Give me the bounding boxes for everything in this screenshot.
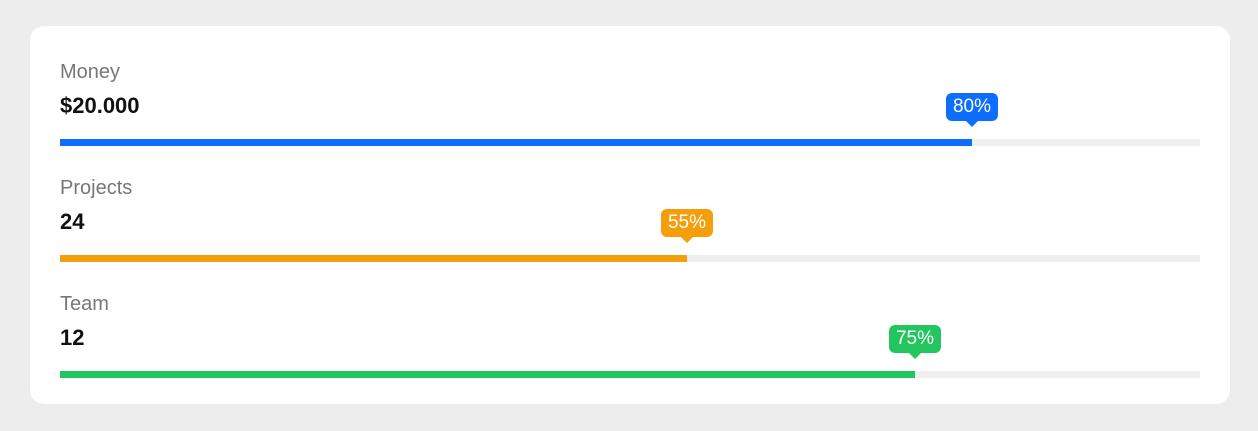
progress-track — [60, 255, 1200, 262]
metric-label: Projects — [60, 177, 133, 199]
metric-projects: Projects 24 55% — [60, 176, 1200, 266]
metric-value: $20.000 — [60, 93, 140, 118]
progress-fill — [60, 371, 915, 378]
percent-tooltip: 75% — [888, 325, 942, 359]
percent-tooltip: 55% — [660, 209, 714, 243]
metric-team: Team 12 75% — [60, 292, 1200, 382]
progress-track — [60, 371, 1200, 378]
metric-value: 24 — [60, 209, 85, 234]
metric-label: Money — [60, 61, 121, 83]
metric-label: Team — [60, 293, 109, 315]
progress-track — [60, 139, 1200, 146]
percent-tooltip: 80% — [945, 93, 999, 127]
progress-fill — [60, 139, 972, 146]
progress-fill — [60, 255, 687, 262]
metric-money: Money $20.000 80% — [60, 60, 1200, 150]
stats-card: Money $20.000 80% Projects 24 55% Team 1… — [30, 26, 1230, 404]
metric-value: 12 — [60, 325, 85, 350]
